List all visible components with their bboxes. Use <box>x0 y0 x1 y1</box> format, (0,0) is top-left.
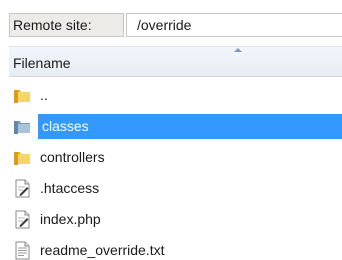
file-edit-icon <box>12 209 33 230</box>
file-row-classes[interactable]: classes <box>9 111 342 142</box>
file-name: .htaccess <box>40 180 100 196</box>
remote-path-input[interactable]: /override <box>126 13 342 37</box>
folder-icon <box>12 85 33 106</box>
remote-site-bar: Remote site: /override <box>0 0 342 46</box>
file-row-htaccess[interactable]: .htaccess <box>9 173 342 204</box>
file-name: controllers <box>40 149 105 165</box>
file-name: readme_override.txt <box>40 242 165 258</box>
sort-ascending-icon <box>234 48 242 52</box>
file-row-index-php[interactable]: index.php <box>9 204 342 235</box>
file-row-parent[interactable]: .. <box>9 80 342 111</box>
remote-file-pane: Remote site: /override Filename .. class… <box>0 0 342 260</box>
text-file-icon <box>12 240 33 260</box>
filename-column-header[interactable]: Filename <box>9 46 342 77</box>
folder-icon <box>12 147 33 168</box>
file-name: .. <box>40 87 48 103</box>
file-row-readme[interactable]: readme_override.txt <box>9 235 342 260</box>
filename-column-label: Filename <box>13 55 71 71</box>
file-row-controllers[interactable]: controllers <box>9 142 342 173</box>
file-name: index.php <box>40 211 101 227</box>
remote-site-label: Remote site: <box>9 13 124 37</box>
file-name: classes <box>38 114 342 139</box>
file-edit-icon <box>12 178 33 199</box>
file-list: .. classes controllers .htaccess index.p… <box>9 80 342 260</box>
folder-icon <box>12 116 33 137</box>
